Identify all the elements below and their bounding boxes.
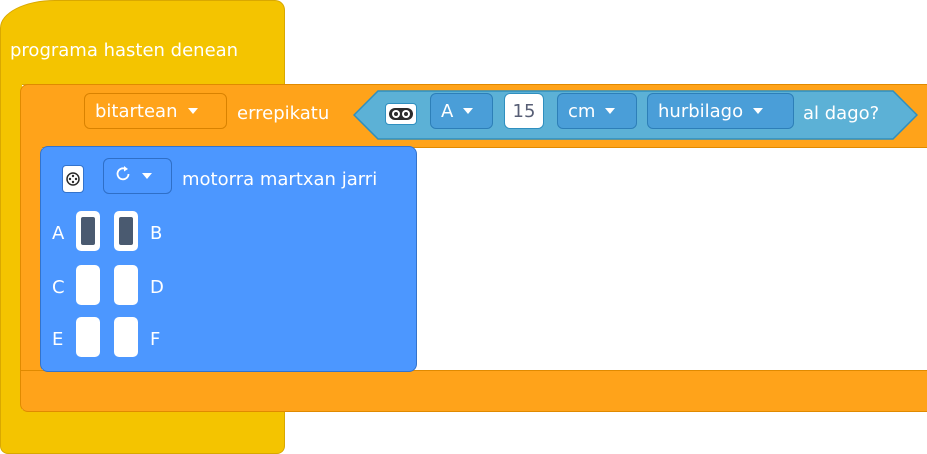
port-c-toggle[interactable] [76,265,100,305]
hat-block-bottom [0,410,285,454]
distance-sensor-icon [385,103,417,125]
loop-label: errepikatu [237,103,330,124]
chevron-down-icon [753,108,764,114]
distance-value-input[interactable]: 15 [504,93,544,129]
port-d-toggle[interactable] [114,265,138,305]
port-label-c: C [52,277,65,298]
port-label-b: B [150,223,163,244]
sensor-port-dropdown[interactable]: A [430,93,493,129]
chevron-down-icon [463,108,474,114]
port-selected-indicator [81,217,95,245]
sensor-unit-dropdown[interactable]: cm [557,93,637,129]
loop-mode-dropdown[interactable]: bitartean [84,93,227,129]
port-f-toggle[interactable] [114,317,138,357]
port-b-toggle[interactable] [114,211,138,251]
hat-block-arm [0,84,22,410]
port-e-toggle[interactable] [76,317,100,357]
chevron-down-icon [605,108,616,114]
loop-block-arm [20,146,42,374]
port-label-e: E [52,329,64,350]
motor-direction-dropdown[interactable] [103,158,172,194]
port-a-toggle[interactable] [76,211,100,251]
sensor-port-label: A [441,100,454,122]
port-label-d: D [150,277,164,298]
comparison-label: hurbilago [658,100,744,122]
comparison-dropdown[interactable]: hurbilago [647,93,794,129]
sensor-suffix: al dago? [803,103,880,124]
loop-mode-label: bitartean [95,100,178,122]
motor-block-label: motorra martxan jarri [182,169,378,190]
chevron-down-icon [187,108,198,114]
port-selected-indicator [119,217,133,245]
port-label-a: A [52,223,65,244]
motor-hub-icon [62,165,84,193]
sensor-unit-label: cm [568,100,596,122]
hat-block-label: programa hasten denean [10,40,239,61]
chevron-down-icon [142,173,152,179]
port-label-f: F [150,329,161,350]
clockwise-rotate-icon [114,165,132,188]
loop-block-bottom [20,370,927,412]
